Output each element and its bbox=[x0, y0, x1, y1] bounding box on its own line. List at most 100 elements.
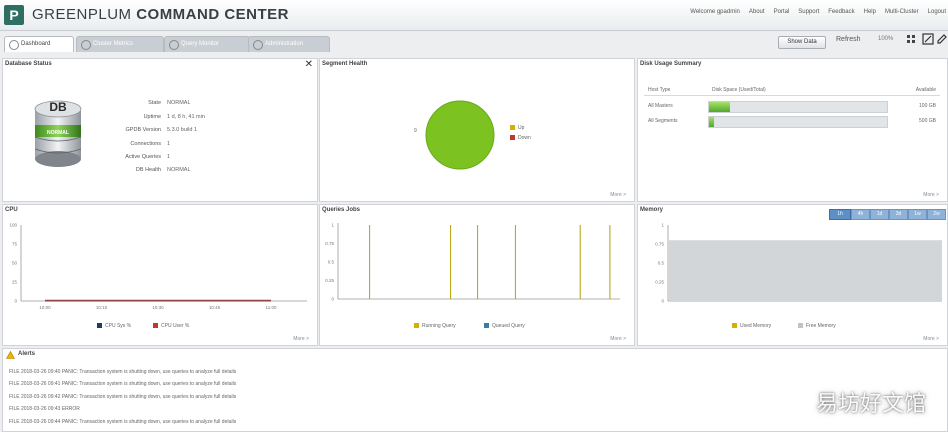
legend-swatch-user bbox=[153, 323, 158, 329]
segment-health-more-link[interactable]: More > bbox=[610, 192, 626, 198]
field-version: GPDB Version 5.3.0 build 1 bbox=[125, 127, 197, 133]
field-active-queries: Active Queries 1 bbox=[125, 154, 171, 160]
app-title: GREENPLUM COMMAND CENTER bbox=[32, 6, 290, 23]
nav-about[interactable]: About bbox=[749, 9, 765, 15]
queries-y-tick: 0.25 bbox=[325, 278, 334, 283]
show-data-button[interactable]: Show Data bbox=[778, 36, 826, 49]
cpu-y-tick: 50 bbox=[12, 261, 18, 266]
db-label: DB bbox=[49, 100, 67, 114]
table-row: All Segments 500 GB bbox=[644, 115, 940, 128]
cpu-y-tick: 75 bbox=[12, 242, 18, 247]
refresh-label[interactable]: Refresh bbox=[836, 36, 861, 43]
queries-more-link[interactable]: More > bbox=[610, 336, 626, 342]
queries-y-tick: 0.5 bbox=[328, 260, 335, 265]
memory-y-tick: 0.75 bbox=[655, 242, 664, 247]
edit-icon[interactable] bbox=[936, 33, 948, 47]
close-icon[interactable]: ✕ bbox=[305, 59, 313, 70]
disk-usage-more-link[interactable]: More > bbox=[923, 192, 939, 198]
grid-icon[interactable] bbox=[906, 34, 916, 46]
database-status-title: Database Status bbox=[5, 61, 52, 67]
metrics-icon bbox=[81, 40, 91, 50]
nav-feedback[interactable]: Feedback bbox=[828, 9, 854, 15]
table-row: All Masters 100 GB bbox=[644, 100, 940, 113]
memory-title: Memory bbox=[640, 207, 664, 213]
database-status-panel: Database Status ✕ DB NORMAL State NORMAL … bbox=[2, 58, 318, 202]
watermark-text: 易坊好文馆 bbox=[815, 392, 926, 417]
disk-bar-fill bbox=[709, 102, 731, 112]
used-memory-area bbox=[669, 240, 942, 301]
field-connections: Connections 1 bbox=[130, 141, 171, 147]
alert-line[interactable]: FILE 2018-03-26 09:44 PANIC: Transaction… bbox=[9, 419, 236, 425]
warning-icon bbox=[6, 351, 15, 359]
memory-legend-free: Free Memory bbox=[798, 323, 836, 329]
cpu-title: CPU bbox=[5, 207, 18, 213]
nav-support[interactable]: Support bbox=[798, 9, 819, 15]
queries-y-tick: 0.75 bbox=[325, 241, 334, 246]
nav-logout[interactable]: Logout bbox=[928, 9, 946, 15]
legend-swatch-sys bbox=[97, 323, 102, 329]
queries-panel: Queries Jobs 0 0.25 0.5 0.75 1 Running Query… bbox=[319, 204, 635, 346]
nav-help[interactable]: Help bbox=[864, 9, 876, 15]
memory-chart: 0 0.25 0.5 0.75 1 bbox=[655, 223, 942, 304]
segment-health-panel: Segment Health 9 Up Down More > bbox=[319, 58, 635, 202]
cpu-x-tick: 10:15 bbox=[96, 305, 108, 310]
disk-bar-fill bbox=[709, 117, 715, 127]
alert-line[interactable]: FILE 2018-03-26 09:40 PANIC: Transaction… bbox=[9, 369, 236, 375]
nav-portal[interactable]: Portal bbox=[774, 9, 790, 15]
nav-welcome: Welcome gpadmin bbox=[690, 9, 740, 15]
cpu-x-tick: 11:00 bbox=[266, 305, 277, 310]
cpu-legend-user: CPU User % bbox=[153, 323, 189, 329]
memory-legend-used: Used Memory bbox=[732, 323, 771, 329]
cpu-x-tick: 10:00 bbox=[39, 305, 51, 310]
top-navigation: Welcome gpadmin About Portal Support Fee… bbox=[690, 9, 946, 15]
nav-multi-cluster[interactable]: Multi-Cluster bbox=[885, 9, 919, 15]
memory-y-tick: 0.5 bbox=[658, 261, 665, 266]
field-state: State NORMAL bbox=[148, 100, 191, 106]
alerts-title: Alerts bbox=[18, 351, 36, 357]
legend-swatch-used bbox=[732, 323, 737, 329]
queries-legend-running: Running Query bbox=[414, 323, 456, 329]
field-uptime: Uptime 1 d, 8 h, 41 min bbox=[143, 114, 205, 120]
dashboard-icon bbox=[9, 40, 19, 50]
cpu-panel: CPU 10:00 10:15 10:30 10:45 11:00 0 25 50 75 100 … bbox=[2, 204, 318, 346]
db-badge: NORMAL bbox=[47, 130, 69, 136]
queries-y-tick: 1 bbox=[331, 223, 334, 228]
legend-swatch-up bbox=[510, 125, 515, 131]
memory-y-tick: 0.25 bbox=[655, 280, 664, 285]
top-bar: P GREENPLUM COMMAND CENTER Welcome gpadm… bbox=[0, 0, 948, 31]
legend-swatch-down bbox=[510, 135, 515, 141]
queries-y-tick: 0 bbox=[331, 297, 334, 302]
query-icon bbox=[169, 40, 179, 50]
cpu-chart: 10:00 10:15 10:30 10:45 11:00 0 25 50 75 100 bbox=[9, 223, 307, 310]
field-db-health: DB Health NORMAL bbox=[135, 167, 191, 173]
memory-y-tick: 0 bbox=[661, 299, 664, 304]
cpu-y-tick: 25 bbox=[12, 280, 18, 285]
tab-cluster-metrics[interactable]: Cluster Metrics bbox=[76, 36, 164, 52]
cpu-y-tick: 100 bbox=[9, 223, 17, 228]
expand-icon[interactable] bbox=[922, 33, 934, 47]
database-icon: DB NORMAL bbox=[34, 100, 82, 167]
pie-slice-label: 9 bbox=[414, 128, 417, 134]
free-memory-area bbox=[669, 225, 942, 241]
cpu-x-tick: 10:45 bbox=[209, 305, 221, 310]
pie-slice-up bbox=[425, 100, 495, 170]
cpu-more-link[interactable]: More > bbox=[293, 336, 309, 342]
legend-up: Up bbox=[510, 125, 524, 131]
tab-dashboard[interactable]: Dashboard bbox=[4, 36, 74, 52]
legend-down: Down bbox=[510, 135, 531, 141]
alert-line[interactable]: FILE 2018-03-26 09:43 ERROR bbox=[9, 406, 80, 412]
tab-query-monitor[interactable]: Query Monitor bbox=[164, 36, 250, 52]
alert-line[interactable]: FILE 2018-03-26 09:41 PANIC: Transaction… bbox=[9, 381, 236, 387]
admin-icon bbox=[253, 40, 263, 50]
queries-legend-queued: Queued Query bbox=[484, 323, 525, 329]
disk-usage-panel: Disk Usage Summary Host Type Disk Space … bbox=[637, 58, 948, 202]
disk-bar-track bbox=[708, 116, 888, 128]
queries-title: Queries Jobs bbox=[322, 207, 361, 213]
cpu-y-tick: 0 bbox=[14, 299, 17, 304]
alert-line[interactable]: FILE 2018-03-26 09:42 PANIC: Transaction… bbox=[9, 394, 236, 400]
segment-health-pie bbox=[425, 100, 495, 170]
disk-usage-header: Host Type Disk Space (Used/Total) Availa… bbox=[644, 87, 940, 96]
tab-administration[interactable]: Administration bbox=[248, 36, 330, 52]
segment-health-title: Segment Health bbox=[322, 61, 368, 67]
memory-more-link[interactable]: More > bbox=[923, 336, 939, 342]
